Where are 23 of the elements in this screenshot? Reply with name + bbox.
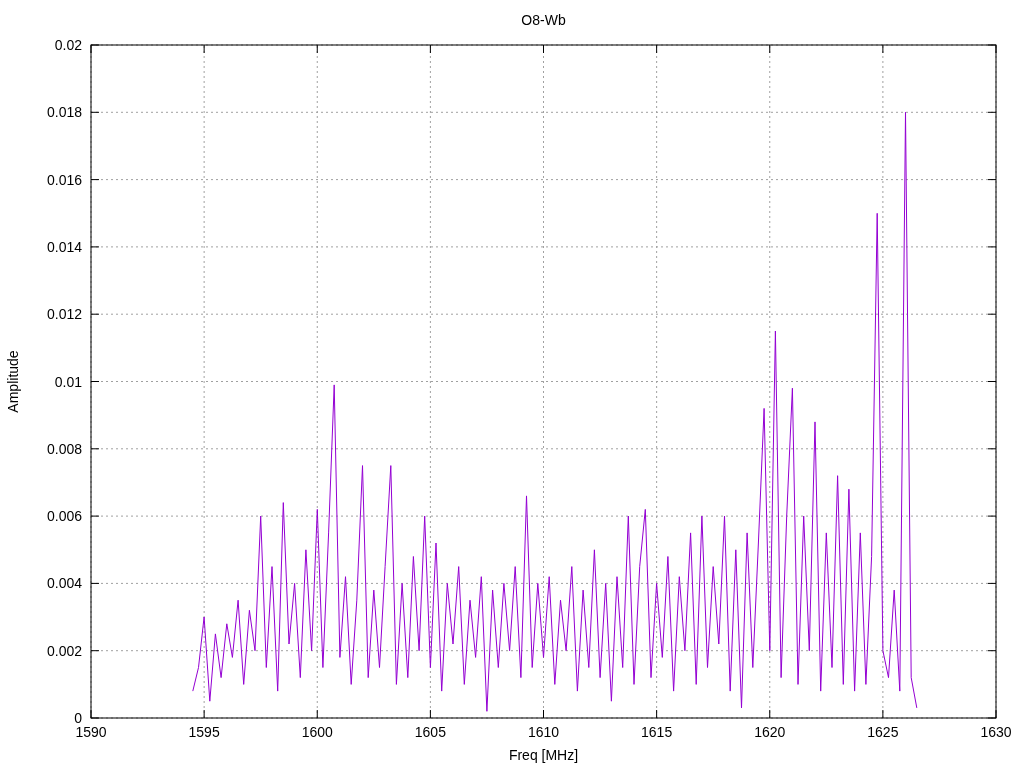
axis-tick-label: 0.018: [46, 104, 82, 121]
axis-tick-label: 1595: [188, 724, 220, 740]
axis-tick-label: 1605: [414, 724, 446, 740]
axis-tick-label: 1610: [527, 724, 560, 740]
axis-title: Amplitude: [5, 350, 21, 413]
axis-tick-label: 0.01: [54, 373, 82, 390]
axis-title: Freq [MHz]: [508, 747, 579, 763]
axis-tick-label: 0.014: [46, 238, 82, 255]
axis-tick-label: 1620: [754, 724, 786, 740]
axis-tick-label: 0: [74, 710, 82, 726]
axis-tick-label: 1615: [641, 724, 673, 740]
axis-tick-label: 1625: [867, 724, 899, 740]
axis-tick-label: 0.016: [46, 171, 82, 188]
axis-tick-label: 0.008: [46, 440, 82, 457]
axis-tick-label: 0.006: [46, 508, 82, 525]
axis-tick-label: 0.002: [46, 642, 82, 659]
axis-tick-label: 0.02: [54, 37, 82, 53]
axis-tick-label: 0.012: [46, 306, 82, 323]
axis-tick-label: 1590: [75, 724, 107, 740]
axis-tick-label: 1600: [301, 724, 333, 740]
chart-title: O8-Wb: [521, 12, 566, 28]
axis-tick-label: 1630: [980, 724, 1012, 740]
axis-tick-label: 0.004: [46, 575, 82, 592]
